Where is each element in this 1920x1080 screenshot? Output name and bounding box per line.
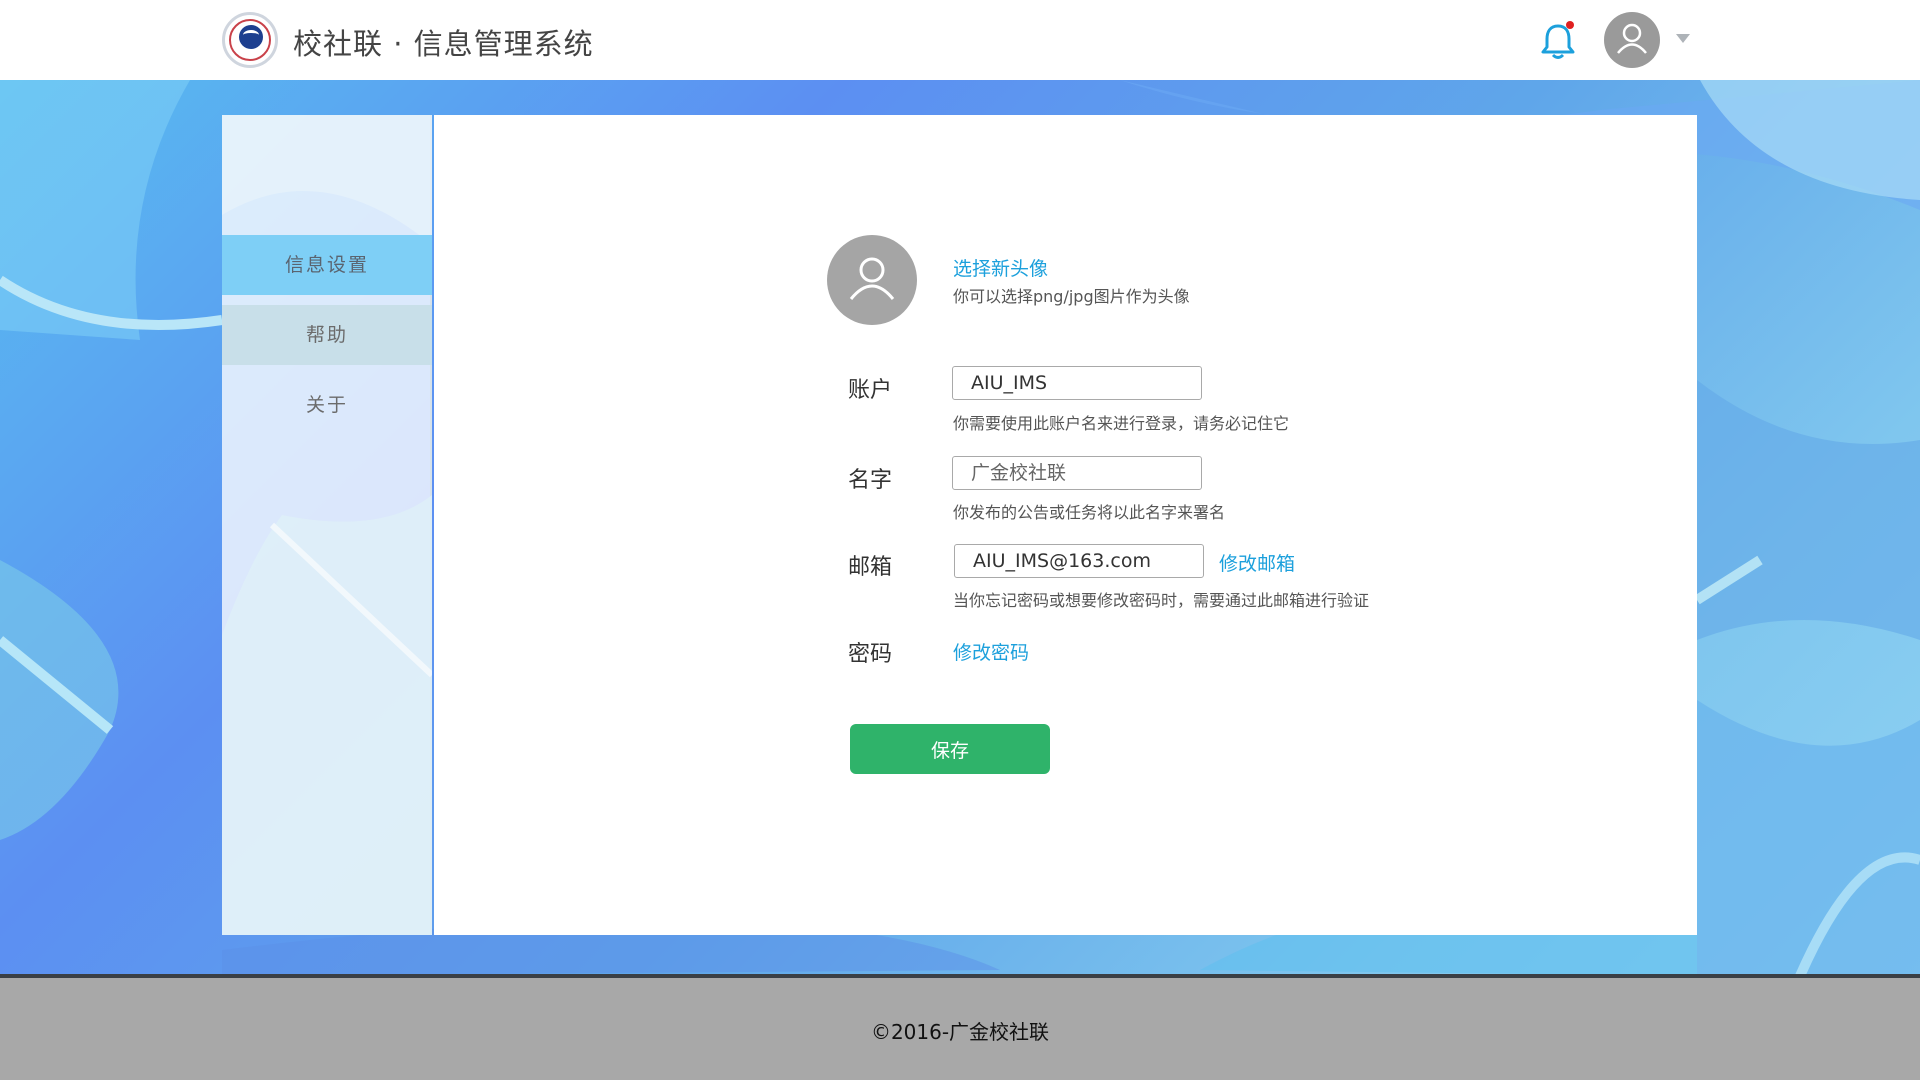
change-email-link[interactable]: 修改邮箱 [1219, 549, 1295, 576]
password-label: 密码 [848, 642, 893, 667]
sidebar: 信息设置 帮助 关于 [222, 115, 432, 935]
name-field[interactable] [952, 456, 1202, 490]
email-hint: 当你忘记密码或想要修改密码时，需要通过此邮箱进行验证 [953, 591, 1370, 610]
logo-swirl [243, 30, 259, 40]
sidebar-item-about[interactable]: 关于 [222, 375, 432, 435]
email-field[interactable] [954, 544, 1204, 578]
chevron-down-icon[interactable] [1676, 34, 1690, 43]
account-label: 账户 [848, 378, 893, 403]
copyright-text: ©2016-广金校社联 [870, 1020, 1050, 1044]
save-button[interactable]: 保存 [850, 724, 1050, 774]
sidebar-item-info-settings[interactable]: 信息设置 [222, 235, 432, 295]
top-header: 校社联 · 信息管理系统 [0, 0, 1920, 80]
logo[interactable] [222, 12, 278, 68]
account-hint: 你需要使用此账户名来进行登录，请务必记住它 [953, 414, 1290, 433]
name-label: 名字 [848, 468, 893, 493]
content-area [434, 115, 1697, 935]
app-title: 校社联 · 信息管理系统 [293, 27, 594, 61]
name-hint: 你发布的公告或任务将以此名字来署名 [953, 503, 1226, 522]
avatar-hint: 你可以选择png/jpg图片作为头像 [953, 287, 1190, 306]
sidebar-item-help[interactable]: 帮助 [222, 305, 432, 365]
email-label: 邮箱 [848, 555, 893, 580]
main-panel: 信息设置 帮助 关于 [222, 115, 1697, 935]
notification-bell-icon[interactable] [1538, 20, 1578, 62]
user-avatar[interactable] [1604, 12, 1660, 68]
notification-dot [1566, 21, 1574, 29]
choose-avatar-link[interactable]: 选择新头像 [953, 254, 1048, 281]
footer: ©2016-广金校社联 [0, 978, 1920, 1080]
account-field[interactable] [952, 366, 1202, 400]
profile-avatar[interactable] [827, 235, 917, 325]
change-password-link[interactable]: 修改密码 [953, 638, 1029, 665]
